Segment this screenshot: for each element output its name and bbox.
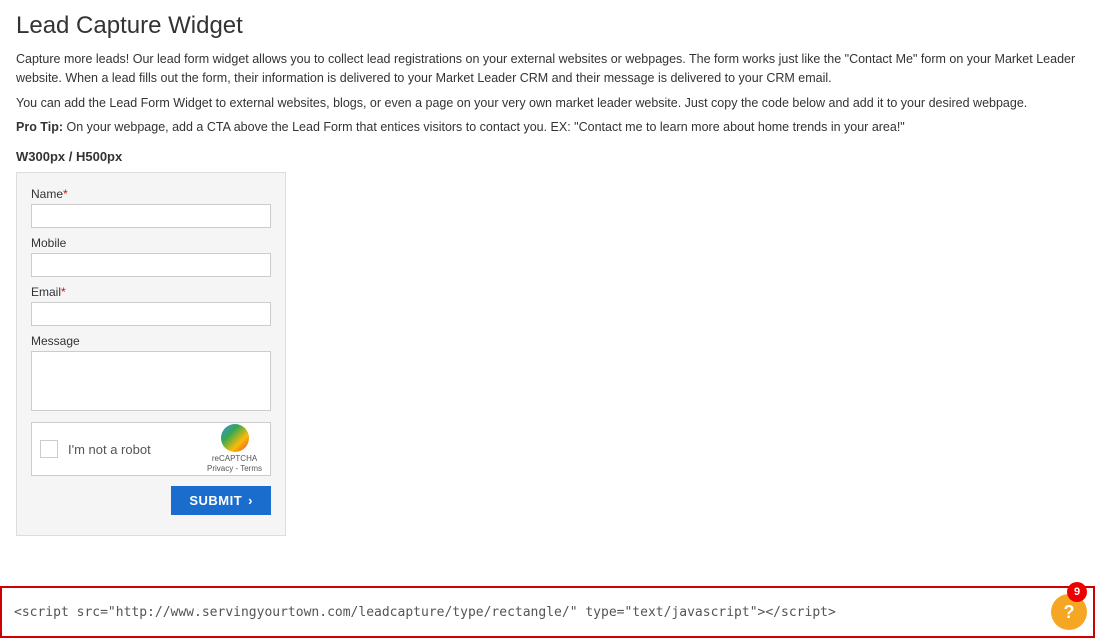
mobile-label: Mobile — [31, 236, 271, 250]
email-group: Email* — [31, 285, 271, 326]
pro-tip-text: On your webpage, add a CTA above the Lea… — [66, 120, 904, 134]
email-input[interactable] — [31, 302, 271, 326]
pro-tip-label: Pro Tip: — [16, 120, 63, 134]
name-required-marker: * — [63, 187, 68, 201]
help-icon: ? — [1064, 602, 1075, 623]
name-input[interactable] — [31, 204, 271, 228]
captcha-box: I'm not a robot reCAPTCHA Privacy - Term… — [31, 422, 271, 476]
widget-preview: Name* Mobile Email* Message I'm not a ro… — [16, 172, 286, 536]
submit-button[interactable]: SUBMIT › — [171, 486, 271, 515]
main-content: Lead Capture Widget Capture more leads! … — [0, 0, 1095, 616]
email-required-marker: * — [61, 285, 66, 299]
pro-tip: Pro Tip: On your webpage, add a CTA abov… — [16, 118, 1079, 137]
submit-label: SUBMIT — [189, 493, 242, 508]
widget-size-label: W300px / H500px — [16, 149, 1079, 164]
email-label: Email* — [31, 285, 271, 299]
message-group: Message — [31, 334, 271, 414]
captcha-logo: reCAPTCHA Privacy - Terms — [207, 424, 262, 473]
name-label: Name* — [31, 187, 271, 201]
description-para-1: Capture more leads! Our lead form widget… — [16, 50, 1079, 88]
name-group: Name* — [31, 187, 271, 228]
submit-row: SUBMIT › — [31, 486, 271, 515]
description-para-2: You can add the Lead Form Widget to exte… — [16, 94, 1079, 113]
mobile-input[interactable] — [31, 253, 271, 277]
mobile-group: Mobile — [31, 236, 271, 277]
notification-badge: 9 — [1067, 582, 1087, 602]
code-snippet-text: <script src="http://www.servingyourtown.… — [14, 605, 1081, 620]
notification-count: 9 — [1074, 586, 1080, 598]
code-bar: <script src="http://www.servingyourtown.… — [0, 586, 1095, 638]
message-label: Message — [31, 334, 271, 348]
message-textarea[interactable] — [31, 351, 271, 411]
recaptcha-text: reCAPTCHA Privacy - Terms — [207, 454, 262, 473]
recaptcha-icon — [221, 424, 249, 452]
captcha-checkbox[interactable] — [40, 440, 58, 458]
submit-arrow-icon: › — [248, 493, 253, 508]
captcha-label: I'm not a robot — [68, 442, 207, 457]
page-title: Lead Capture Widget — [16, 12, 1079, 40]
